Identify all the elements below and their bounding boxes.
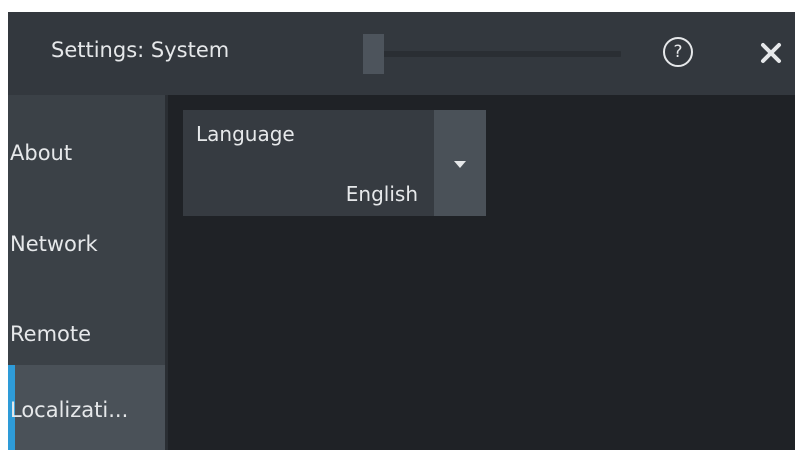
title-bar: Settings: System ?	[8, 12, 795, 95]
sidebar-item-about[interactable]: About	[8, 95, 165, 183]
sidebar-item-network[interactable]: Network	[8, 188, 165, 276]
language-select[interactable]: Language English	[183, 110, 486, 216]
sidebar-item-label: Network	[10, 232, 98, 256]
sidebar-item-label: Remote	[10, 322, 92, 346]
language-label: Language	[196, 122, 295, 146]
content-panel: Language English	[168, 95, 795, 450]
sidebar-item-label: Localizati...	[10, 398, 129, 422]
close-icon	[761, 43, 781, 63]
slider-thumb[interactable]	[363, 34, 384, 74]
close-button[interactable]	[754, 36, 788, 70]
help-icon: ?	[673, 42, 683, 62]
settings-dialog: Settings: System ? About Network Remote …	[8, 12, 795, 450]
window-title: Settings: System	[51, 38, 230, 62]
sidebar-item-label: About	[10, 141, 73, 165]
language-dropdown-button[interactable]	[434, 110, 486, 216]
sidebar: About Network Remote Localizati...	[8, 95, 168, 450]
language-value: English	[345, 182, 418, 206]
scroll-slider[interactable]	[363, 34, 621, 74]
help-button[interactable]: ?	[663, 37, 693, 67]
slider-track[interactable]	[379, 51, 621, 57]
sidebar-item-remote[interactable]: Remote	[8, 280, 165, 368]
chevron-down-icon	[454, 161, 466, 168]
sidebar-item-localization[interactable]: Localizati...	[8, 365, 165, 450]
